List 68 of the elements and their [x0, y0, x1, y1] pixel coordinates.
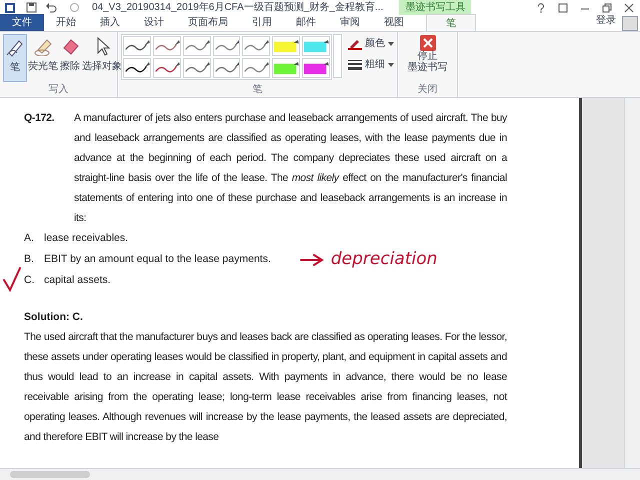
sign-in-link[interactable]: 登录 — [596, 13, 616, 28]
pen-style-swatch[interactable] — [123, 58, 151, 78]
save-icon[interactable] — [26, 2, 37, 13]
ribbon-tool-button[interactable]: 笔 — [3, 34, 27, 82]
ribbon-tool-button[interactable]: 选择对象 — [81, 34, 123, 82]
option-text: lease receivables. — [44, 231, 128, 246]
pen-style-swatch[interactable] — [123, 36, 151, 56]
undo-icon[interactable] — [45, 2, 57, 13]
ink-arrow-drawing — [298, 252, 325, 266]
ribbon-tab[interactable]: 文件 — [0, 14, 44, 31]
pen-gallery[interactable] — [121, 34, 332, 80]
caret-icon — [388, 62, 394, 66]
ribbon-tab[interactable]: 笔 — [426, 14, 476, 31]
marker-stroke-icon — [303, 38, 330, 54]
ribbon-tab[interactable]: 视图 — [374, 14, 414, 31]
ribbon-tab[interactable]: 设计 — [134, 14, 174, 31]
ribbon-tab[interactable]: 引用 — [242, 14, 282, 31]
option-letter: A. — [24, 231, 35, 246]
context-tab-label: 墨迹书写工具 — [399, 0, 472, 15]
help-icon[interactable] — [536, 2, 546, 12]
close-icon[interactable] — [624, 2, 634, 12]
pen-style-swatch[interactable] — [302, 36, 330, 56]
ribbon-tab[interactable]: 插入 — [90, 14, 130, 31]
ink-check-drawing — [2, 266, 22, 292]
pen-style-swatch[interactable] — [182, 36, 211, 56]
stop-icon — [420, 35, 436, 51]
option-letter: B. — [24, 252, 35, 267]
option-letter: C. — [24, 273, 36, 288]
stop-inking-button[interactable]: 停止 墨迹书写 — [401, 34, 454, 73]
ribbon-tool-button[interactable]: 荧光笔 — [27, 34, 59, 82]
pen-style-swatch[interactable] — [182, 58, 211, 78]
vertical-scrollbar[interactable] — [624, 98, 640, 468]
line-weight-icon — [348, 58, 362, 70]
handwritten-note: depreciation — [330, 249, 438, 270]
marker-stroke-icon — [303, 60, 330, 76]
pen-style-swatch[interactable] — [152, 58, 181, 78]
pen-style-swatch[interactable] — [272, 36, 300, 56]
option-text: EBIT by an amount equal to the lease payments. — [44, 252, 271, 267]
pen-style-swatch[interactable] — [302, 58, 330, 78]
window-title: 04_V3_20190314_2019年6月CFA一级百题预测_财务_金程教育... — [92, 0, 384, 15]
ribbon-tab[interactable]: 开始 — [46, 14, 86, 31]
restore-icon[interactable] — [602, 2, 612, 12]
pen-style-swatch[interactable] — [152, 36, 181, 56]
color-dropdown-button[interactable]: 颜色 — [348, 36, 394, 51]
solution-text: The used aircraft that the manufacturer buys and leases back are classified as operating leases. For the lessor, these assets under operating leases would be classified in property, plant, and equipment in capital assets and thus would lead to an increase in capital assets. With payments in advance, there would be no lease receivable arising from the operating lease; long-term lease receivables arise from financing leases, not operating leases. Although revenues will increase by the lease payments, the leased assets are depreciated, and therefore EBIT will increase by the lease — [24, 330, 507, 445]
ribbon-tab[interactable]: 审阅 — [330, 14, 370, 31]
thickness-dropdown-button[interactable]: 粗细 — [348, 57, 394, 72]
horizontal-scrollbar[interactable] — [0, 468, 640, 480]
ribbon-options-icon[interactable] — [558, 2, 568, 12]
pen-style-swatch[interactable] — [212, 58, 240, 78]
group-label: 关闭 — [416, 84, 438, 96]
pen-style-swatch[interactable] — [212, 36, 240, 56]
pen-style-swatch[interactable] — [242, 36, 270, 56]
group-label: 笔 — [252, 84, 264, 96]
ribbon-tab[interactable]: 页面布局 — [178, 14, 238, 31]
question-number: Q-172. — [24, 111, 56, 126]
ribbon-tool-button[interactable]: 擦除 — [59, 34, 81, 82]
caret-icon — [388, 42, 394, 46]
ribbon-tab[interactable]: 邮件 — [286, 14, 326, 31]
pen-color-icon — [348, 38, 362, 50]
marker-stroke-icon — [273, 38, 300, 54]
option-text: capital assets. — [44, 273, 111, 288]
pen-style-swatch[interactable] — [242, 58, 270, 78]
pen-style-swatch[interactable] — [272, 58, 300, 78]
question-text: A manufacturer of jets also enters purchase and leaseback arrangements of used aircraft. The buy and leaseback arrangements are classified as operating leases, with the lease payments due in advance at the beginning of each period. The company depreciates these used aircraft on a straight-line basis over the life of the lease. The most likely effect on the manufacturer's financial statements of entering into one of these purchase and leaseback arrangements is an increase in its: — [74, 111, 507, 226]
group-label: 写入 — [48, 84, 70, 96]
marker-stroke-icon — [273, 60, 300, 76]
solution-heading: Solution: C. — [23, 310, 83, 325]
